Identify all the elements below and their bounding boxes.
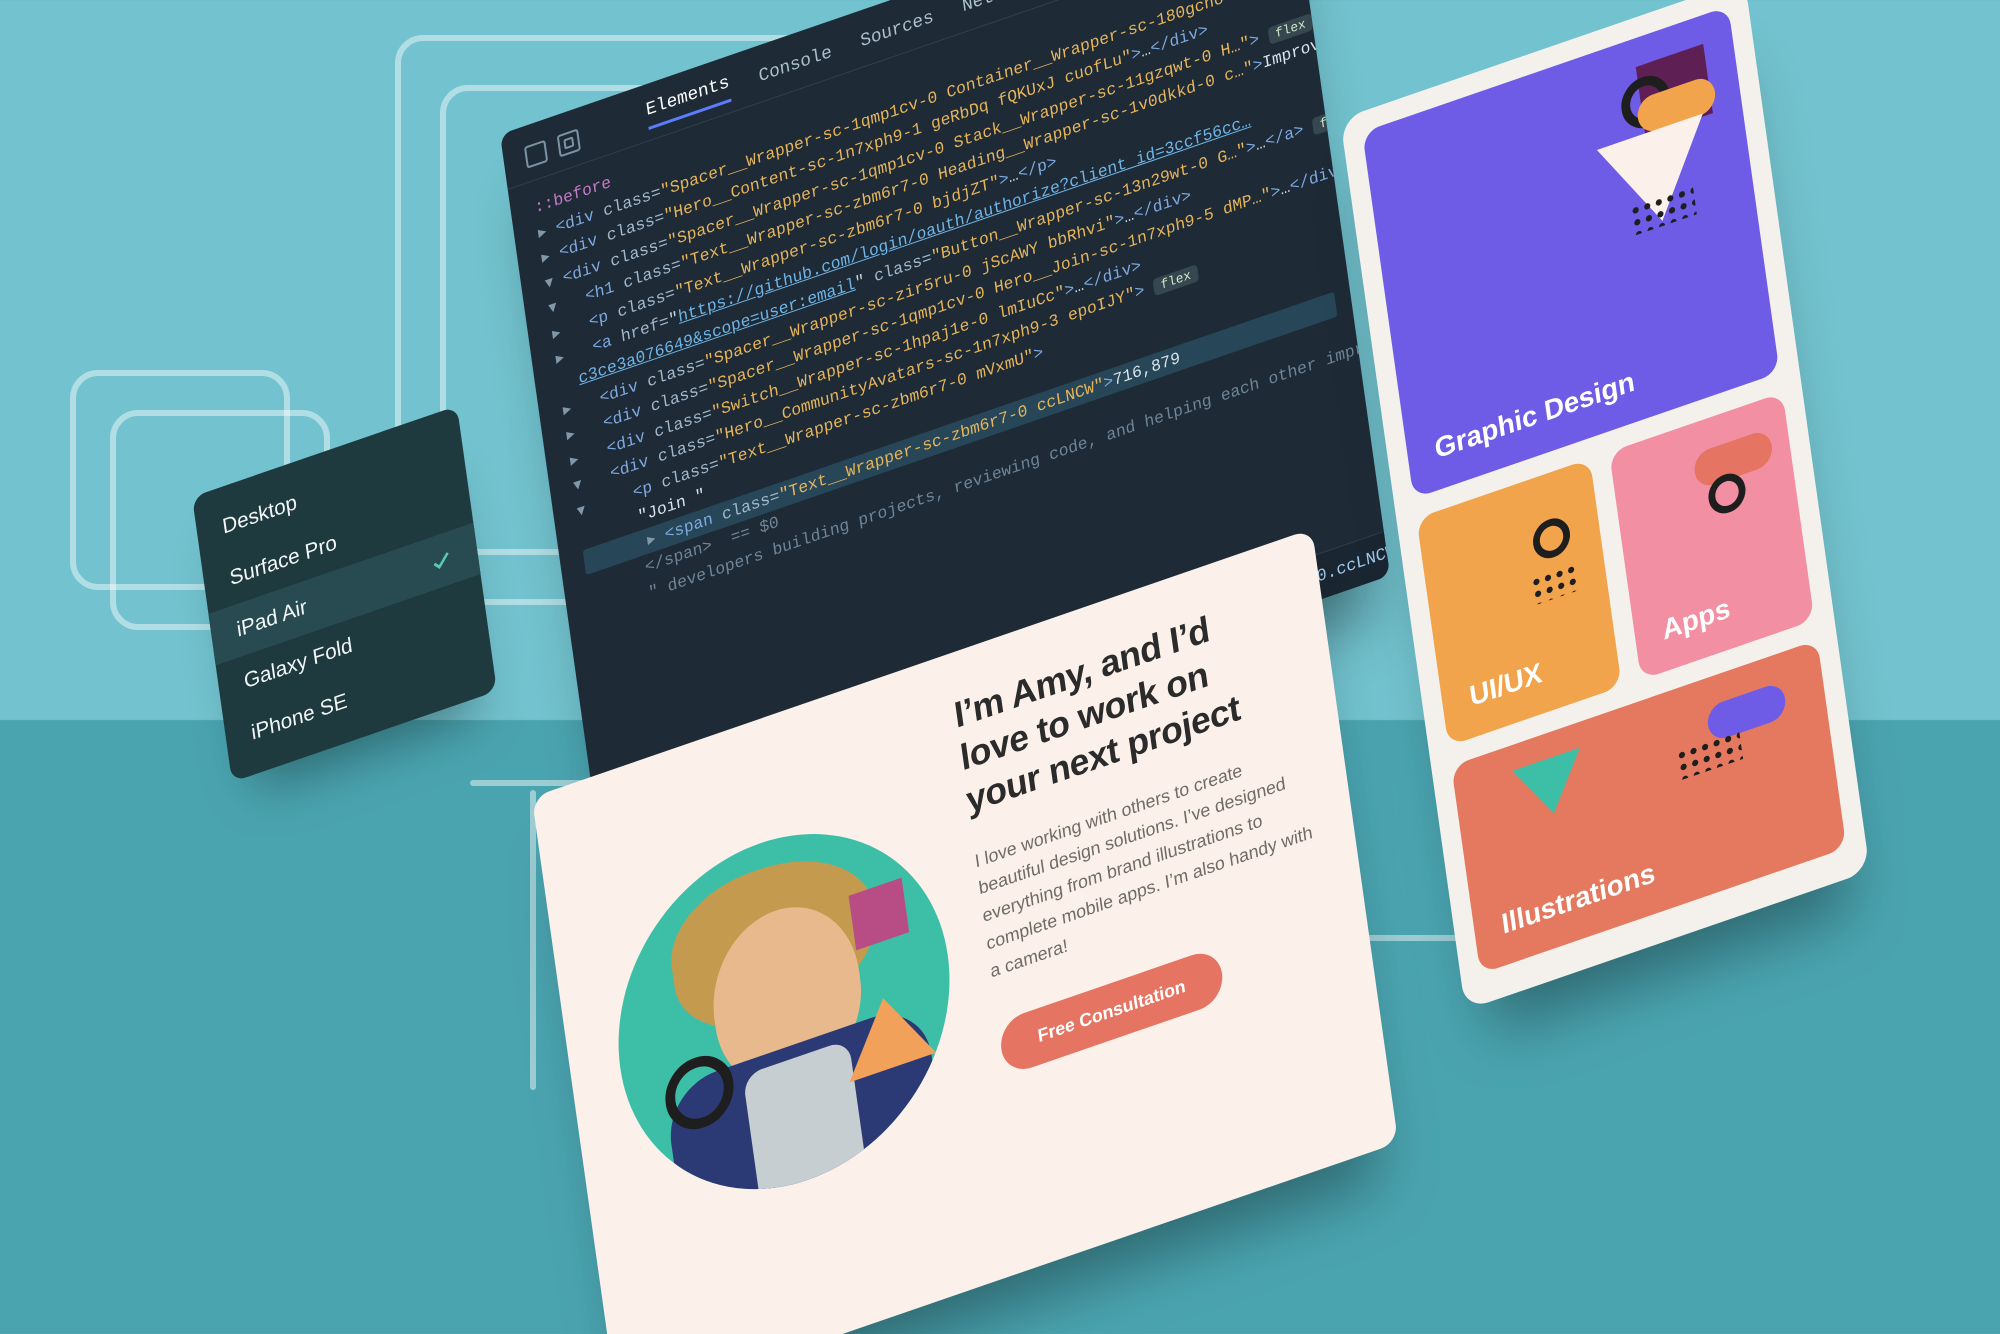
devtools-left-icons — [524, 128, 581, 168]
shape-triangle-icon — [1512, 748, 1587, 826]
card-label: Graphic Design — [1433, 365, 1637, 465]
inspect-element-icon[interactable] — [524, 139, 548, 168]
device-option-label: iPad Air — [235, 595, 308, 643]
tab-sources[interactable]: Sources — [859, 7, 935, 52]
card-label: Illustrations — [1500, 857, 1657, 941]
shape-ring-icon — [1531, 513, 1573, 563]
tab-console[interactable]: Console — [758, 42, 834, 87]
check-icon — [429, 546, 453, 575]
shape-dots-icon — [1530, 561, 1582, 605]
wireframe-line — [530, 790, 536, 1090]
card-apps[interactable]: Apps — [1609, 392, 1814, 679]
shape-dots-icon — [1675, 729, 1743, 781]
avatar — [597, 787, 972, 1236]
category-grid: Graphic Design UI/UX Apps Illustrations — [1340, 0, 1870, 1010]
shape-pill-icon — [1706, 681, 1788, 743]
card-label: UI/UX — [1468, 657, 1544, 713]
card-label: Apps — [1660, 592, 1732, 647]
portfolio-copy: I’m Amy, and I’d love to work on your ne… — [952, 582, 1333, 1077]
card-uiux[interactable]: UI/UX — [1416, 459, 1621, 746]
device-toggle-icon[interactable] — [557, 128, 581, 157]
